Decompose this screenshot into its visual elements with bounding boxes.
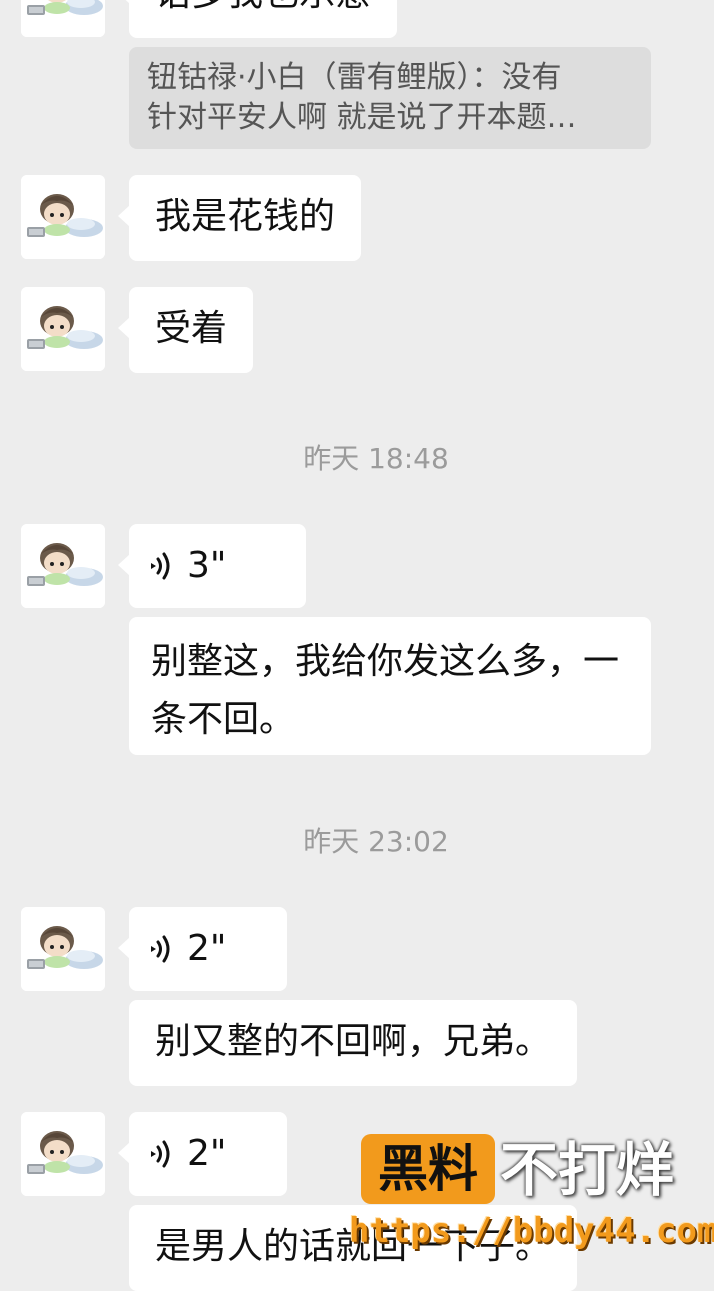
message-bubble[interactable]: 别又整的不回啊，兄弟。	[129, 1000, 578, 1086]
voice-duration: 2"	[187, 928, 227, 969]
message-bubble[interactable]: 受着	[117, 287, 254, 373]
timestamp: 昨天 23:02	[303, 825, 449, 858]
avatar[interactable]	[21, 287, 105, 371]
message-text: 话多我也乐意	[155, 0, 371, 14]
avatar[interactable]	[21, 907, 105, 991]
watermark-brand-text: 不打烊	[500, 1136, 675, 1204]
avatar[interactable]	[21, 0, 105, 37]
message-text: 我是花钱的	[155, 196, 336, 237]
voice-duration: 3"	[187, 545, 227, 586]
avatar[interactable]	[21, 524, 105, 608]
voice-wave-icon	[147, 934, 173, 964]
quote-line: 针对平安人啊 就是说了开本题…	[147, 100, 577, 135]
message-bubble[interactable]: 别整这，我给你发这么多，一条不回。	[129, 617, 651, 755]
voice-wave-icon	[147, 551, 173, 581]
message-bubble[interactable]: 我是花钱的	[117, 175, 362, 261]
quote-line: 钮钴禄·小白（雷有鲤版）：没有	[147, 60, 562, 95]
voice-message[interactable]: 3"	[118, 524, 306, 608]
message-text: 别又整的不回啊，兄弟。	[155, 1021, 552, 1062]
quoted-reply[interactable]: 钮钴禄·小白（雷有鲤版）：没有 针对平安人啊 就是说了开本题…	[129, 47, 651, 149]
avatar[interactable]	[21, 1112, 105, 1196]
watermark-logo: 黑料	[361, 1134, 495, 1204]
voice-message[interactable]: 2"	[118, 1112, 287, 1196]
voice-duration: 2"	[187, 1133, 227, 1174]
message-text: 受着	[155, 308, 228, 349]
watermark-url: https://bbdy44.com	[349, 1211, 714, 1251]
message-text: 别整这，我给你发这么多，一条不回。	[151, 641, 620, 740]
message-bubble[interactable]: 话多我也乐意	[117, 0, 398, 38]
timestamp: 昨天 18:48	[303, 442, 449, 475]
avatar[interactable]	[21, 175, 105, 259]
voice-message[interactable]: 2"	[118, 907, 287, 991]
voice-wave-icon	[147, 1139, 173, 1169]
